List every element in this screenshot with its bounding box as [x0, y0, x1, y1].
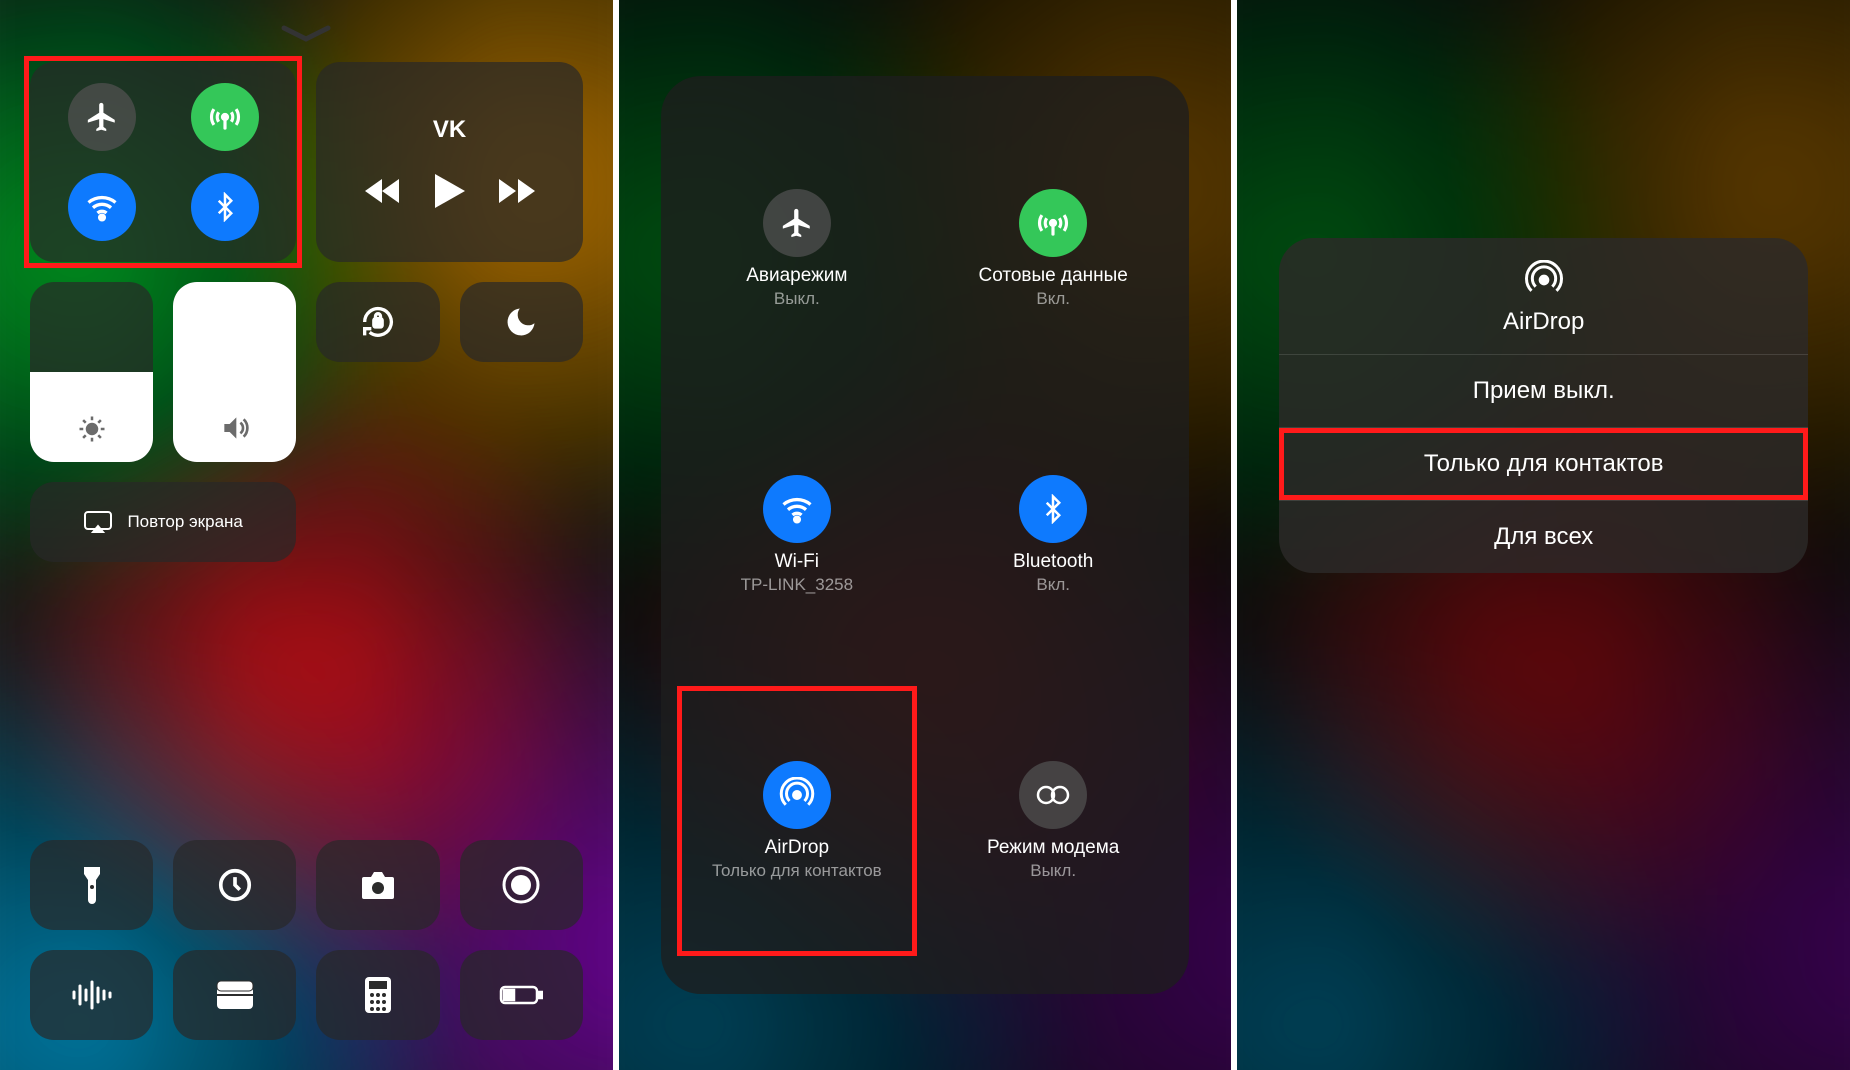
record-icon	[501, 865, 541, 905]
camera-button[interactable]	[316, 840, 439, 930]
hotspot-icon	[1034, 783, 1072, 807]
orientation-lock-icon	[358, 302, 398, 342]
airdrop-label: AirDrop	[765, 837, 829, 859]
rewind-button[interactable]	[365, 177, 401, 205]
cellular-data-toggle[interactable]: Сотовые данные Вкл.	[925, 106, 1181, 392]
airplane-mode-toggle[interactable]: Авиарежим Выкл.	[669, 106, 925, 392]
screenshot-control-center: VK	[0, 0, 619, 1070]
airdrop-popup-header: AirDrop	[1279, 238, 1808, 355]
moon-icon	[503, 304, 539, 340]
cellular-data-status: Вкл.	[1036, 289, 1070, 309]
personal-hotspot-toggle[interactable]: Режим модема Выкл.	[925, 678, 1181, 964]
camera-icon	[358, 869, 398, 901]
bluetooth-icon	[1038, 494, 1068, 524]
hotspot-label: Режим модема	[987, 837, 1119, 859]
bluetooth-toggle[interactable]: Bluetooth Вкл.	[925, 392, 1181, 678]
airdrop-options-popup: AirDrop Прием выкл. Только для контактов…	[1279, 238, 1808, 573]
cellular-icon	[1034, 204, 1072, 242]
brightness-icon	[77, 414, 107, 444]
media-controls[interactable]: VK	[316, 62, 582, 262]
airdrop-toggle[interactable]: AirDrop Только для контактов	[669, 678, 925, 964]
media-source-label: VK	[433, 116, 466, 144]
voice-memos-button[interactable]	[30, 950, 153, 1040]
screen-mirroring-label: Повтор экрана	[127, 513, 242, 532]
chevron-down-icon[interactable]	[280, 24, 332, 44]
bluetooth-status: Вкл.	[1036, 575, 1070, 595]
airdrop-option-off[interactable]: Прием выкл.	[1279, 355, 1808, 428]
screenshot-airdrop-menu: AirDrop Прием выкл. Только для контактов…	[1237, 0, 1850, 1070]
airplane-mode-label: Авиарежим	[746, 265, 847, 287]
cellular-data-label: Сотовые данные	[978, 265, 1127, 287]
wallet-button[interactable]	[173, 950, 296, 1040]
low-power-mode-button[interactable]	[460, 950, 583, 1040]
wifi-icon	[779, 491, 815, 527]
airdrop-icon	[779, 777, 815, 813]
flashlight-icon	[81, 865, 103, 905]
do-not-disturb-toggle[interactable]	[460, 282, 583, 362]
calculator-button[interactable]	[316, 950, 439, 1040]
forward-button[interactable]	[499, 177, 535, 205]
screen-mirroring-button[interactable]: Повтор экрана	[30, 482, 296, 562]
airplane-mode-toggle[interactable]	[68, 83, 136, 151]
connectivity-group[interactable]	[30, 62, 296, 262]
hotspot-status: Выкл.	[1030, 861, 1076, 881]
flashlight-button[interactable]	[30, 840, 153, 930]
airplane-icon	[85, 100, 119, 134]
highlight-box	[24, 56, 302, 268]
screen-mirroring-icon	[83, 510, 113, 534]
airdrop-option-everyone[interactable]: Для всех	[1279, 501, 1808, 573]
play-button[interactable]	[435, 174, 465, 208]
wifi-toggle[interactable]	[68, 173, 136, 241]
waveform-icon	[71, 980, 113, 1010]
wifi-status: TP-LINK_3258	[741, 575, 853, 595]
screenshot-connectivity-expanded: Авиарежим Выкл. Сотовые данные Вкл. Wi-F…	[619, 0, 1238, 1070]
bluetooth-toggle[interactable]	[191, 173, 259, 241]
airdrop-option-contacts[interactable]: Только для контактов	[1279, 428, 1808, 501]
airplane-mode-status: Выкл.	[774, 289, 820, 309]
cellular-data-toggle[interactable]	[191, 83, 259, 151]
battery-icon	[499, 983, 543, 1007]
screen-record-button[interactable]	[460, 840, 583, 930]
airplane-icon	[780, 206, 814, 240]
wifi-toggle[interactable]: Wi-Fi TP-LINK_3258	[669, 392, 925, 678]
bluetooth-icon	[210, 192, 240, 222]
airdrop-popup-title: AirDrop	[1503, 308, 1584, 336]
timer-icon	[216, 866, 254, 904]
timer-button[interactable]	[173, 840, 296, 930]
wifi-icon	[84, 189, 120, 225]
cellular-icon	[206, 98, 244, 136]
wallet-icon	[215, 979, 255, 1011]
brightness-slider[interactable]	[30, 282, 153, 462]
calculator-icon	[363, 975, 393, 1015]
airdrop-status: Только для контактов	[712, 861, 882, 881]
airdrop-icon	[1524, 260, 1564, 300]
wifi-label: Wi-Fi	[775, 551, 819, 573]
bluetooth-label: Bluetooth	[1013, 551, 1093, 573]
volume-slider[interactable]	[173, 282, 296, 462]
connectivity-expanded-card: Авиарежим Выкл. Сотовые данные Вкл. Wi-F…	[661, 76, 1190, 994]
orientation-lock-toggle[interactable]	[316, 282, 439, 362]
volume-icon	[219, 412, 251, 444]
